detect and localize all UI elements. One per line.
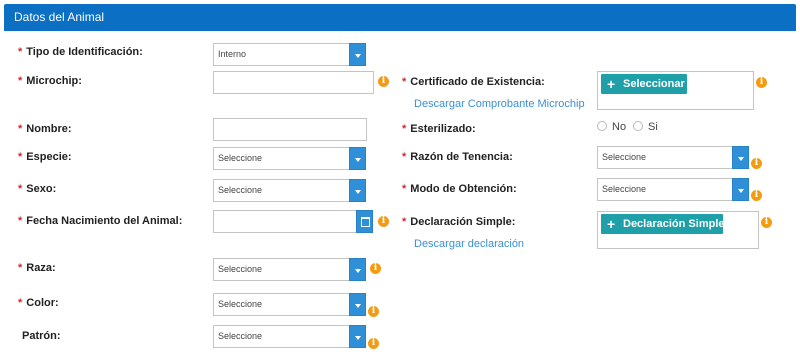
required-marker: * — [18, 46, 23, 58]
modo-obtencion-label: * Modo de Obtención: — [402, 183, 517, 195]
sexo-value: Seleccione — [218, 185, 263, 195]
info-icon[interactable]: i — [761, 217, 772, 228]
info-icon[interactable]: i — [368, 338, 379, 349]
chevron-down-icon[interactable] — [349, 325, 366, 348]
modo-obtencion-value: Seleccione — [602, 184, 647, 194]
info-icon[interactable]: i — [378, 76, 389, 87]
nombre-label: * Nombre: — [18, 123, 72, 135]
certificado-select-button[interactable]: + Seleccionar — [601, 74, 687, 94]
nombre-input[interactable] — [213, 118, 367, 141]
section-header: Datos del Animal — [4, 4, 796, 31]
patron-select[interactable]: Seleccione — [213, 325, 366, 348]
plus-icon: + — [607, 216, 616, 232]
color-label: * Color: — [18, 297, 59, 309]
chevron-down-icon[interactable] — [349, 147, 366, 170]
chevron-down-icon[interactable] — [732, 178, 749, 201]
razon-tenencia-label: * Razón de Tenencia: — [402, 151, 513, 163]
tipo-id-value: Interno — [218, 49, 247, 59]
plus-icon: + — [607, 76, 616, 92]
raza-select[interactable]: Seleccione — [213, 258, 366, 281]
declaracion-label: * Declaración Simple: — [402, 216, 516, 228]
radio-si[interactable] — [633, 121, 643, 131]
info-icon[interactable]: i — [368, 306, 379, 317]
fecha-nacimiento-input[interactable] — [213, 210, 373, 233]
color-select[interactable]: Seleccione — [213, 293, 366, 316]
microchip-label: * Microchip: — [18, 75, 82, 87]
download-microchip-link[interactable]: Descargar Comprobante Microchip — [414, 98, 585, 110]
info-icon[interactable]: i — [751, 158, 762, 169]
declaracion-button[interactable]: + Declaración Simple — [601, 214, 725, 234]
tipo-id-select[interactable]: Interno — [213, 43, 366, 66]
declaracion-upload-box: + Declaración Simple — [597, 211, 759, 249]
info-icon[interactable]: i — [756, 77, 767, 88]
chevron-down-icon[interactable] — [349, 293, 366, 316]
chevron-down-icon[interactable] — [349, 43, 366, 66]
certificado-upload-box: + Seleccionar — [597, 71, 754, 110]
sexo-select[interactable]: Seleccione — [213, 179, 366, 202]
esterilizado-si-option[interactable]: Si — [633, 121, 658, 133]
calendar-icon[interactable] — [356, 210, 373, 233]
patron-label: Patrón: — [22, 330, 61, 342]
tipo-id-label: * Tipo de Identificación: — [18, 46, 143, 58]
patron-value: Seleccione — [218, 331, 263, 341]
chevron-down-icon[interactable] — [732, 146, 749, 169]
sexo-label: * Sexo: — [18, 183, 57, 195]
raza-label: * Raza: — [18, 262, 56, 274]
radio-no[interactable] — [597, 121, 607, 131]
chevron-down-icon[interactable] — [349, 179, 366, 202]
esterilizado-label: * Esterilizado: — [402, 123, 476, 135]
fecha-nacimiento-label: * Fecha Nacimiento del Animal: — [18, 215, 183, 227]
certificado-label: * Certificado de Existencia: — [402, 76, 545, 88]
microchip-input[interactable] — [213, 71, 374, 94]
raza-value: Seleccione — [218, 264, 263, 274]
esterilizado-no-option[interactable]: No — [597, 121, 626, 133]
razon-tenencia-value: Seleccione — [602, 152, 647, 162]
color-value: Seleccione — [218, 299, 263, 309]
especie-value: Seleccione — [218, 153, 263, 163]
especie-label: * Especie: — [18, 151, 72, 163]
info-icon[interactable]: i — [370, 263, 381, 274]
modo-obtencion-select[interactable]: Seleccione — [597, 178, 749, 201]
especie-select[interactable]: Seleccione — [213, 147, 366, 170]
download-declaracion-link[interactable]: Descargar declaración — [414, 238, 524, 250]
chevron-down-icon[interactable] — [349, 258, 366, 281]
info-icon[interactable]: i — [751, 190, 762, 201]
info-icon[interactable]: i — [378, 216, 389, 227]
razon-tenencia-select[interactable]: Seleccione — [597, 146, 749, 169]
